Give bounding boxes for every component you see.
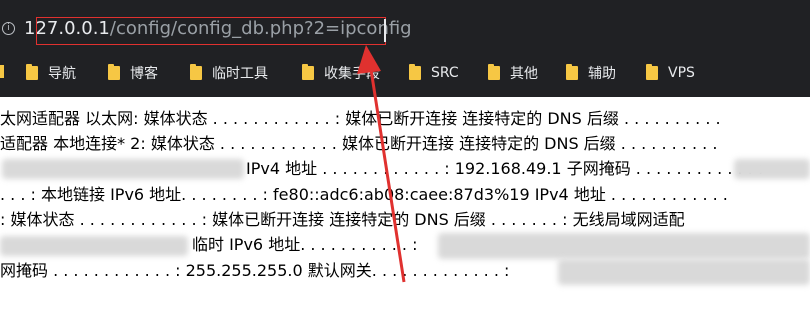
- arrow-shaft: [368, 62, 406, 283]
- annotation-arrow: [357, 45, 406, 283]
- arrow-head: [357, 45, 381, 74]
